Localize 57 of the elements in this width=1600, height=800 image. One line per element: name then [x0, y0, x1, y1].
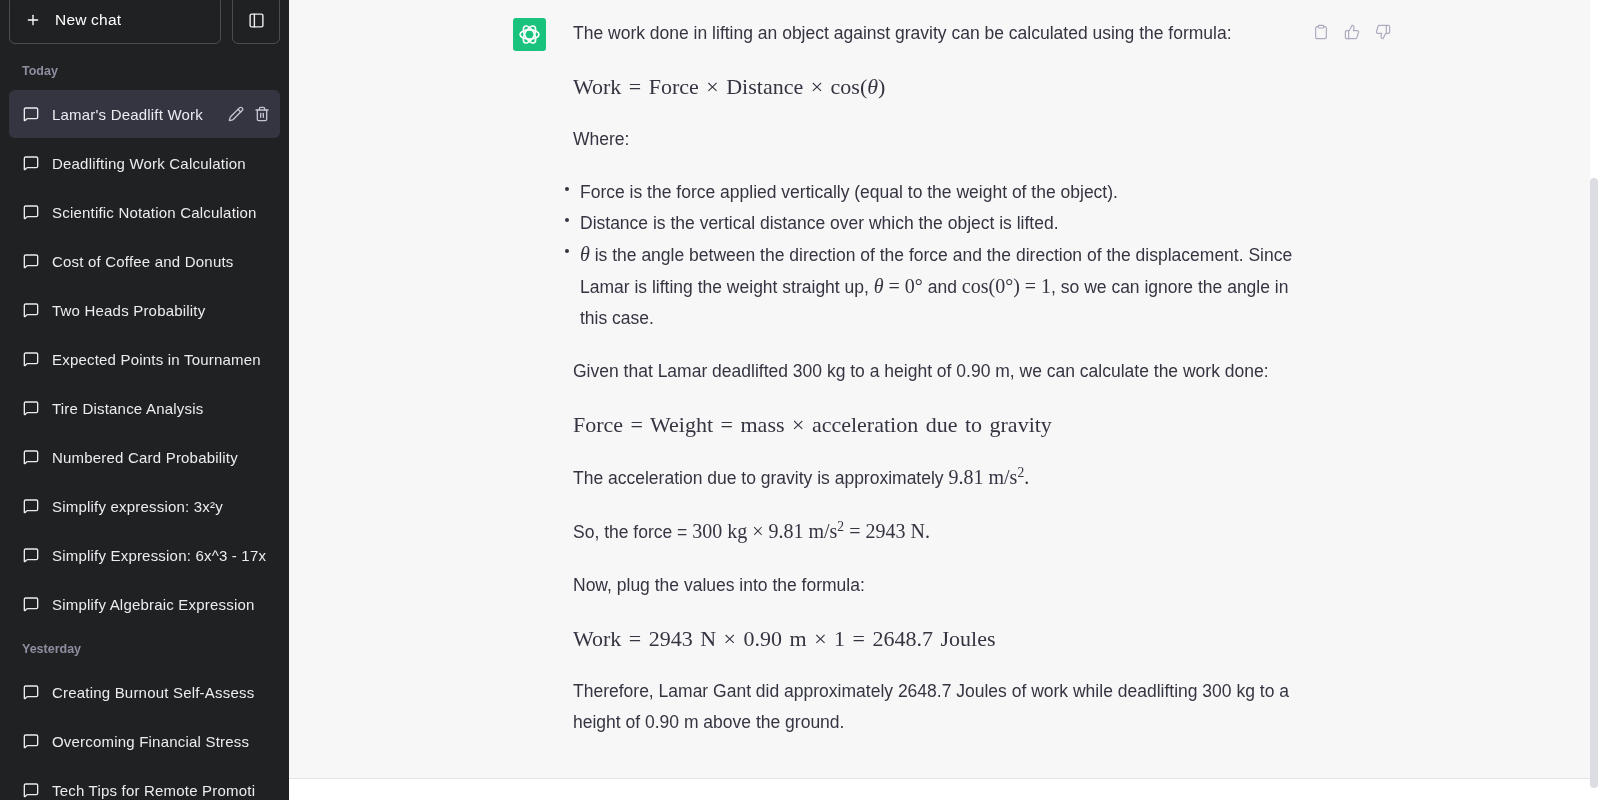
delete-icon[interactable] — [254, 106, 270, 122]
chat-bubble-icon — [23, 449, 39, 465]
chat-history-item[interactable]: Scientific Notation Calculation — [9, 188, 280, 236]
chat-bubble-icon — [23, 733, 39, 749]
chat-bubble-icon — [23, 302, 39, 318]
list-item-text: Distance is the vertical distance over which the object is lifted. — [580, 212, 1060, 235]
scrollbar-thumb[interactable] — [1590, 178, 1598, 788]
chat-history-item[interactable]: Simplify Expression: 6x^3 - 17x — [9, 531, 280, 579]
message-paragraph: The work done in lifting an object against gravity can be calculated using the formula: — [573, 22, 1233, 45]
chat-bubble-icon — [23, 351, 39, 367]
chat-history-item[interactable]: Expected Points in Tournamen — [9, 335, 280, 383]
chat-history-item[interactable]: Tire Distance Analysis — [9, 384, 280, 432]
chat-history-item[interactable]: Simplify Algebraic Expression — [9, 580, 280, 628]
chat-history-item[interactable]: Creating Burnout Self-Assess — [9, 668, 280, 716]
thumbs-up-icon[interactable] — [1344, 24, 1360, 40]
plus-icon — [25, 12, 41, 28]
formula-text: Work = Force × Distance × cos(θ) — [573, 73, 886, 101]
chat-bubble-icon — [23, 782, 39, 798]
edit-icon[interactable] — [228, 106, 244, 122]
chat-history-item[interactable]: Two Heads Probability — [9, 286, 280, 334]
chat-history-item[interactable]: Tech Tips for Remote Promoti — [9, 766, 280, 800]
sidebar-toggle-button[interactable] — [232, 0, 280, 44]
chat-history-item[interactable]: Overcoming Financial Stress — [9, 717, 280, 765]
thumbs-down-icon[interactable] — [1375, 24, 1391, 40]
message-paragraph: Where: — [573, 128, 631, 151]
bullet-icon — [565, 187, 569, 191]
clipboard-icon[interactable] — [1313, 24, 1329, 40]
chat-bubble-icon — [23, 596, 39, 612]
section-label: Yesterday — [21, 641, 83, 658]
chat-bubble-icon — [23, 204, 39, 220]
chat-history-item[interactable]: Cost of Coffee and Donuts — [9, 237, 280, 285]
new-chat-button[interactable]: New chat — [9, 0, 221, 44]
formula-text: Force = Weight = mass × acceleration due to gravity — [573, 411, 1052, 439]
message-paragraph: Therefore, Lamar Gant did approximately 2648.7 Joules of work while deadlifting 300 kg to a height of 0.90 m above the ground. — [573, 680, 1290, 734]
chat-bubble-icon — [23, 400, 39, 416]
message-paragraph: Now, plug the values into the formula: — [573, 574, 866, 597]
bullet-icon — [565, 218, 569, 222]
chat-history-item[interactable]: Numbered Card Probability — [9, 433, 280, 481]
chat-bubble-icon — [23, 498, 39, 514]
section-label: Today — [21, 63, 59, 80]
knot-logo-icon — [513, 18, 546, 51]
bullet-icon — [565, 249, 569, 253]
formula-text: Work = 2943 N × 0.90 m × 1 = 2648.7 Joules — [573, 625, 996, 653]
chat-bubble-icon — [23, 106, 39, 122]
chat-history-item[interactable]: Simplify expression: 3x²y — [9, 482, 280, 530]
list-item-text: θ is the angle between the direction of the force and the direction of the displacement. Since Lamar is lifting the weight straight up, θ = 0° and cos(0°) = 1, so we can ignore the angle in this case. — [580, 242, 1294, 330]
chat-history-item[interactable]: Deadlifting Work Calculation — [9, 139, 280, 187]
message-paragraph: The acceleration due to gravity is approximately 9.81 m/s$^{2}$. — [573, 463, 1031, 490]
chat-history-item[interactable]: Lamar's Deadlift Work — [9, 90, 280, 138]
chat-bubble-icon — [23, 684, 39, 700]
message-paragraph: Given that Lamar deadlifted 300 kg to a height of 0.90 m, we can calculate the work done: — [573, 360, 1270, 383]
message-paragraph: So, the force = 300 kg × 9.81 m/s$^{2}$ = 2943 N. — [573, 517, 931, 545]
chat-bubble-icon — [23, 155, 39, 171]
chat-bubble-icon — [23, 253, 39, 269]
list-item-text: Force is the force applied vertically (equal to the weight of the object). — [580, 181, 1119, 204]
chat-bubble-icon — [23, 547, 39, 563]
sidebar-panel-icon — [247, 11, 265, 29]
